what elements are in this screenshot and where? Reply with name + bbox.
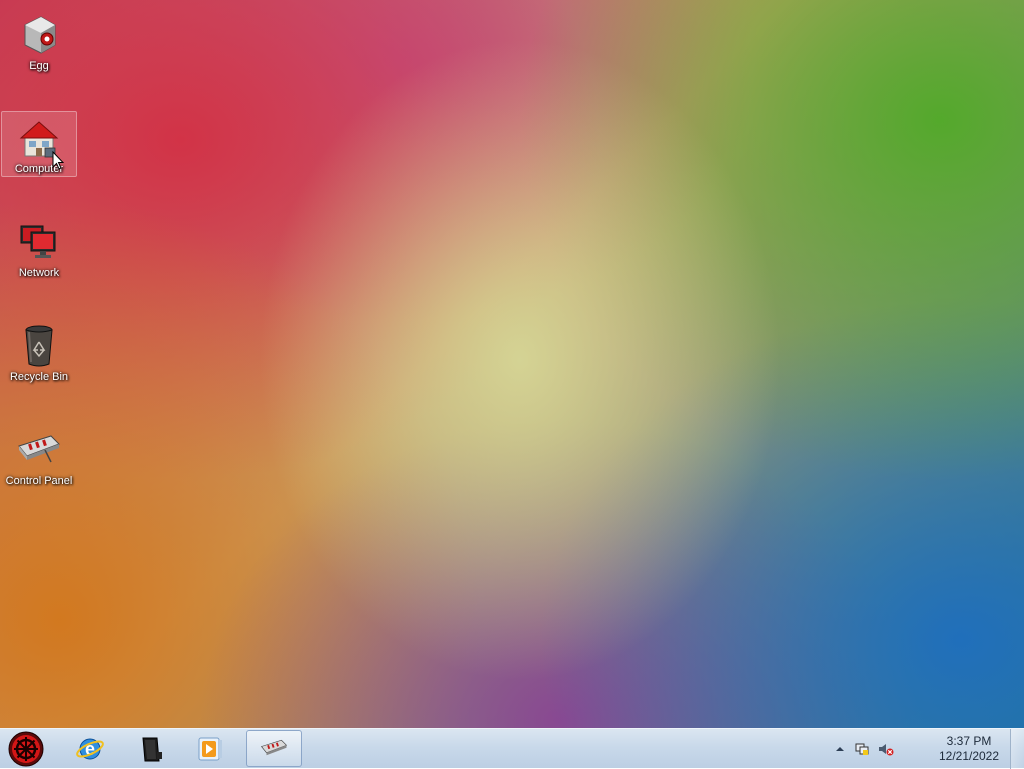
desktop-icon-control-panel[interactable]: Control Panel [1,423,77,489]
egg-app-icon [24,16,56,54]
internet-explorer-icon: e [76,738,104,759]
taskbar: e 3:37 PM 12/21/2022 [0,728,1024,769]
recycle-bin-icon [25,325,53,367]
taskbar-button-media-device[interactable] [122,730,178,767]
desktop-icon-label: Network [18,267,60,279]
desktop-icon-egg[interactable]: Egg [1,8,77,74]
taskbar-button-internet-explorer[interactable]: e [62,730,118,767]
desktop-icon-network[interactable]: Network [1,215,77,281]
start-button[interactable] [6,731,46,767]
show-hidden-icons-chevron-icon[interactable] [832,741,848,757]
mouse-cursor-icon [52,151,64,170]
clock[interactable]: 3:37 PM 12/21/2022 [934,734,1004,764]
control-panel-icon [260,739,288,755]
media-device-icon [142,737,162,761]
media-player-icon [198,737,222,760]
desktop-icon-label: Control Panel [5,475,73,487]
desktop[interactable]: Egg Computer Network Recycle Bin Control… [0,0,1024,728]
network-monitors-icon [20,225,56,258]
network-tray-icon[interactable] [854,741,870,757]
volume-muted-icon[interactable] [878,741,894,757]
taskbar-button-control-panel[interactable] [246,730,302,767]
clock-date: 12/21/2022 [938,749,1000,763]
desktop-icon-label: Recycle Bin [9,371,69,383]
start-orb-icon [8,731,44,767]
control-panel-icon [18,435,60,463]
desktop-icon-computer[interactable]: Computer [1,111,77,177]
desktop-icon-recycle-bin[interactable]: Recycle Bin [1,319,77,385]
desktop-icon-label: Computer [14,163,64,175]
show-desktop-button[interactable] [1010,729,1024,769]
desktop-icon-label: Egg [29,60,49,72]
taskbar-button-media-player[interactable] [182,730,238,767]
clock-time: 3:37 PM [946,734,992,748]
